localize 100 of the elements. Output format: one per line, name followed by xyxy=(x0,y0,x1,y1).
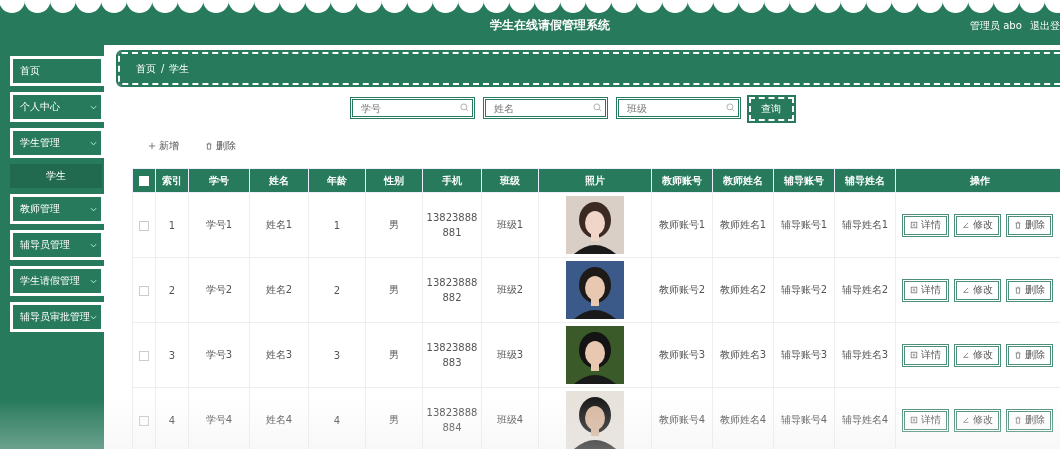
search-field[interactable]: 班级 xyxy=(615,97,741,119)
table-cell: 教师账号2 xyxy=(658,284,706,295)
logout-link[interactable]: 退出登 xyxy=(1030,19,1060,33)
table-cell: 班级3 xyxy=(496,349,524,360)
search-button[interactable]: 查询 xyxy=(748,97,794,121)
document-icon xyxy=(910,221,918,229)
table-cell: 辅导姓名4 xyxy=(841,414,889,425)
edit-button[interactable]: 修改 xyxy=(954,213,1001,237)
row-checkbox[interactable] xyxy=(139,415,149,426)
table-cell: 姓名4 xyxy=(265,414,293,425)
column-header: 班级 xyxy=(481,168,539,193)
chevron-icon xyxy=(90,314,97,320)
submenu-item[interactable]: 学生 xyxy=(10,164,102,188)
table-cell: 教师姓名4 xyxy=(719,414,767,425)
menu-item[interactable]: 学生请假管理 xyxy=(10,266,104,296)
user-label: 管理员 abo xyxy=(970,19,1022,33)
column-header: 教师姓名 xyxy=(712,168,774,193)
column-header: 学号 xyxy=(188,168,250,193)
document-icon xyxy=(910,416,918,424)
table-cell: 男 xyxy=(389,219,399,230)
table-cell: 2 xyxy=(333,284,341,296)
document-icon xyxy=(910,351,918,359)
chevron-icon xyxy=(90,242,97,248)
row-checkbox[interactable] xyxy=(139,350,149,361)
table-cell: 1 xyxy=(333,219,341,231)
table-cell: 辅导姓名3 xyxy=(841,349,889,360)
trash-icon xyxy=(1014,351,1022,359)
trash-icon xyxy=(1014,416,1022,424)
table-cell: 男 xyxy=(389,349,399,360)
edit-button[interactable]: 修改 xyxy=(954,278,1001,302)
column-header: 手机 xyxy=(422,168,482,193)
column-header: 操作 xyxy=(895,168,1060,193)
menu-item[interactable]: 辅导员审批管理 xyxy=(10,302,104,332)
breadcrumb-separator: / xyxy=(161,63,165,74)
table-cell-text: 13823888882 xyxy=(425,276,479,305)
table-cell: 教师姓名1 xyxy=(719,219,767,230)
menu-item[interactable]: 学生管理 xyxy=(10,128,104,158)
table-cell: 3 xyxy=(168,349,176,361)
column-header: 年龄 xyxy=(308,168,366,193)
search-icon xyxy=(592,103,602,112)
chevron-icon xyxy=(90,104,97,110)
edit-button[interactable]: 修改 xyxy=(954,408,1001,432)
delete-button[interactable]: 删除 xyxy=(1006,408,1053,432)
select-all-checkbox[interactable] xyxy=(139,176,149,186)
column-header: 辅导账号 xyxy=(773,168,835,193)
table-cell: 辅导账号3 xyxy=(780,349,828,360)
table-cell: 教师账号1 xyxy=(658,219,706,230)
add-button[interactable]: 新增 xyxy=(146,137,181,155)
table-cell: 2 xyxy=(168,284,176,296)
detail-button[interactable]: 详情 xyxy=(902,213,949,237)
menu-item[interactable]: 教师管理 xyxy=(10,194,104,224)
table-cell: 4 xyxy=(333,414,341,426)
table-cell: 教师账号3 xyxy=(658,349,706,360)
breadcrumb-item[interactable]: 首页 xyxy=(136,61,156,76)
edit-button[interactable]: 修改 xyxy=(954,343,1001,367)
search-field[interactable]: 学号 xyxy=(349,97,475,119)
table-cell: 姓名3 xyxy=(265,349,293,360)
column-header: 教师账号 xyxy=(651,168,713,193)
detail-button[interactable]: 详情 xyxy=(902,408,949,432)
menu-item[interactable]: 首页 xyxy=(10,56,104,86)
pencil-icon xyxy=(962,416,970,424)
table-cell: 3 xyxy=(333,349,341,361)
table-cell: 辅导姓名2 xyxy=(841,284,889,295)
table-cell: 姓名1 xyxy=(265,219,293,230)
delete-button[interactable]: 删除 xyxy=(1006,278,1053,302)
table-cell: 班级4 xyxy=(496,414,524,425)
detail-button[interactable]: 详情 xyxy=(902,343,949,367)
delete-button[interactable]: 删除 xyxy=(1006,343,1053,367)
breadcrumb-item[interactable]: 学生 xyxy=(169,61,190,76)
row-checkbox[interactable] xyxy=(139,285,149,296)
menu-item[interactable]: 辅导员管理 xyxy=(10,230,104,260)
table-cell: 4 xyxy=(168,414,176,426)
column-header: 照片 xyxy=(538,168,652,193)
row-checkbox[interactable] xyxy=(139,220,149,231)
search-icon xyxy=(725,103,735,112)
table-cell: 学号1 xyxy=(205,219,233,230)
plus-icon xyxy=(148,142,156,150)
table-cell: 班级1 xyxy=(496,219,524,230)
delete-button[interactable]: 删除 xyxy=(1006,213,1053,237)
table-cell-text: 13823888884 xyxy=(425,406,479,435)
table-cell: 班级2 xyxy=(496,284,524,295)
search-icon xyxy=(459,103,469,112)
pencil-icon xyxy=(962,221,970,229)
trash-icon xyxy=(1014,286,1022,294)
column-header: 性别 xyxy=(365,168,423,193)
detail-button[interactable]: 详情 xyxy=(902,278,949,302)
menu-item[interactable]: 个人中心 xyxy=(10,92,104,122)
table-cell: 学号3 xyxy=(205,349,233,360)
table-cell: 辅导姓名1 xyxy=(841,219,889,230)
table-cell: 辅导账号2 xyxy=(780,284,828,295)
table-cell: 辅导账号1 xyxy=(780,219,828,230)
column-header: 辅导姓名 xyxy=(834,168,896,193)
table-cell: 男 xyxy=(389,414,399,425)
document-icon xyxy=(910,286,918,294)
table-cell: 男 xyxy=(389,284,399,295)
search-field[interactable]: 姓名 xyxy=(482,97,608,119)
chevron-icon xyxy=(90,140,97,146)
trash-icon xyxy=(1014,221,1022,229)
delete-button[interactable]: 删除 xyxy=(203,137,238,155)
table-cell: 姓名2 xyxy=(265,284,293,295)
